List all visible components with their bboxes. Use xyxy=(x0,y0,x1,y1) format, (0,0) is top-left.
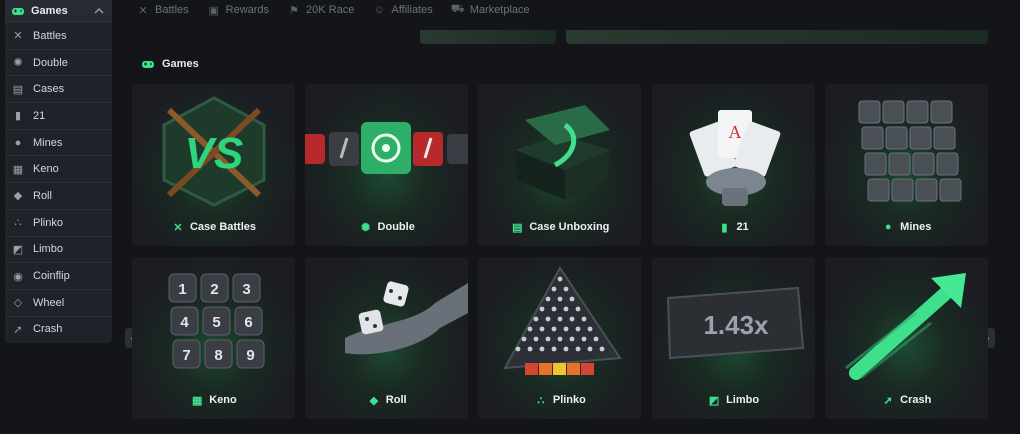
sidebar-item-plinko[interactable]: ∴ Plinko xyxy=(5,208,112,236)
nav-rewards[interactable]: ▣ Rewards xyxy=(207,3,269,17)
grid-icon: ▦ xyxy=(12,163,24,176)
sidebar-item-double[interactable]: ✺ Double xyxy=(5,48,112,76)
bomb-icon: ● xyxy=(14,136,22,149)
game-card-label: ✕ Case Battles xyxy=(132,220,295,234)
diamond-icon: ◇ xyxy=(13,297,23,310)
game-card-mines[interactable]: ● Mines xyxy=(824,84,988,246)
keno-number: 4 xyxy=(180,314,189,331)
arrow-up-right-icon: ➚ xyxy=(13,323,23,336)
game-card-label: ✺ Double xyxy=(305,220,468,234)
keno-art: 1 2 3 4 5 6 7 8 9 xyxy=(132,257,295,389)
grid-icon: ▦ xyxy=(192,394,203,407)
keno-number: 7 xyxy=(182,347,190,364)
mines-art xyxy=(825,84,988,216)
game-card-label: ▤ Case Unboxing xyxy=(512,221,610,234)
game-card-label: ◩ Limbo xyxy=(708,394,760,407)
nav-affiliates[interactable]: ☺ Affiliates xyxy=(372,3,433,17)
games-section-title: Games xyxy=(141,57,199,71)
sidebar-item-keno[interactable]: ▦ Keno xyxy=(5,155,112,182)
box-icon: ▤ xyxy=(12,83,24,96)
limbo-icon: ◩ xyxy=(12,243,24,256)
keno-number: 2 xyxy=(210,281,218,298)
crossed-swords-icon: ✕ xyxy=(138,4,148,17)
game-card-case-unboxing[interactable]: ▤ Case Unboxing xyxy=(478,84,642,246)
blackjack-art: A xyxy=(652,84,815,216)
game-card-21[interactable]: A ▮ 21 xyxy=(651,84,815,246)
keno-number: 9 xyxy=(246,347,254,364)
flag-icon: ⚑ xyxy=(289,4,299,17)
sidebar-item-battles[interactable]: ✕ Battles xyxy=(5,22,112,49)
game-card-label: ▮ 21 xyxy=(652,220,815,234)
game-card-label: ∴ Plinko xyxy=(478,393,641,407)
gamepad-icon xyxy=(11,4,25,18)
keno-number: 1 xyxy=(178,281,186,298)
sidebar-item-limbo[interactable]: ◩ Limbo xyxy=(5,235,112,263)
nav-battles[interactable]: ✕ Battles xyxy=(136,3,188,17)
case-unboxing-art xyxy=(478,84,641,216)
dice-cube-icon: ◆ xyxy=(369,394,379,407)
limbo-art: 1.43x xyxy=(652,257,815,389)
sidebar-item-crash[interactable]: ➚ Crash xyxy=(5,315,112,343)
games-dropdown-header[interactable]: Games xyxy=(5,0,112,22)
dice-cube-icon: ◆ xyxy=(13,190,23,203)
game-card-crash[interactable]: ➚ Crash xyxy=(824,257,988,419)
sidebar-item-mines[interactable]: ● Mines xyxy=(5,128,112,156)
dots-triangle-icon: ∴ xyxy=(14,217,22,230)
game-card-case-battles[interactable]: VS ✕ Case Battles xyxy=(132,84,295,246)
game-card-plinko[interactable]: ∴ Plinko xyxy=(478,257,642,419)
cards-icon: ▮ xyxy=(721,221,728,234)
game-card-double[interactable]: ✺ Double xyxy=(305,84,469,246)
game-card-label: ➚ Crash xyxy=(825,393,988,407)
sidebar-item-coinflip[interactable]: ◉ Coinflip xyxy=(5,262,112,289)
limbo-icon: ◩ xyxy=(708,394,720,407)
dice-icon: ✺ xyxy=(360,221,371,234)
game-card-label: ▦ Keno xyxy=(192,394,237,407)
game-card-label: ● Mines xyxy=(825,220,988,234)
bomb-icon: ● xyxy=(884,221,892,233)
sidebar-item-wheel[interactable]: ◇ Wheel xyxy=(5,288,112,316)
dice-icon: ✺ xyxy=(13,57,23,70)
keno-number: 6 xyxy=(244,314,252,331)
game-card-roll[interactable]: ◆ Roll xyxy=(305,257,469,419)
games-dropdown-label: Games xyxy=(31,5,68,17)
cards-icon: ▮ xyxy=(14,110,22,123)
games-grid: VS ✕ Case Battles ✺ Double ▤ Case Unboxi… xyxy=(132,84,988,419)
banner-image-left[interactable] xyxy=(420,30,556,44)
box-icon: ▤ xyxy=(512,221,523,234)
crossed-swords-icon: ✕ xyxy=(173,221,183,234)
arrow-up-right-icon: ➚ xyxy=(883,394,893,407)
sidebar-item-21[interactable]: ▮ 21 xyxy=(5,102,112,129)
crossed-swords-icon: ✕ xyxy=(13,30,23,43)
sidebar-item-roll[interactable]: ◆ Roll xyxy=(5,182,112,209)
game-card-keno[interactable]: 1 2 3 4 5 6 7 8 9 ▦ Keno xyxy=(132,257,295,419)
game-card-label: ◆ Roll xyxy=(305,393,468,407)
keno-number: 8 xyxy=(214,347,222,364)
keno-number: 3 xyxy=(242,281,250,298)
gamepad-icon xyxy=(141,57,155,71)
svg-text:VS: VS xyxy=(184,129,243,178)
game-card-limbo[interactable]: 1.43x ◩ Limbo xyxy=(651,257,815,419)
keno-number: 5 xyxy=(212,314,220,331)
top-navigation: ✕ Battles ▣ Rewards ⚑ 20K Race ☺ Affiliates … xyxy=(136,0,530,20)
dots-triangle-icon: ∴ xyxy=(537,394,545,407)
nav-marketplace[interactable]: ⛟ Marketplace xyxy=(451,3,530,17)
plinko-art xyxy=(478,257,641,389)
games-dropdown: Games ✕ Battles ✺ Double ▤ Cases ▮ 21 ● Mines… xyxy=(5,0,112,343)
svg-text:1.43x: 1.43x xyxy=(704,310,770,340)
svg-text:A: A xyxy=(729,122,742,142)
roll-art xyxy=(305,257,469,389)
chevron-up-icon[interactable] xyxy=(92,4,106,18)
double-art xyxy=(305,84,469,216)
nav-race[interactable]: ⚑ 20K Race xyxy=(287,3,354,17)
cart-icon: ⛟ xyxy=(450,3,465,15)
gift-icon: ▣ xyxy=(208,4,219,17)
crash-art xyxy=(825,257,988,389)
coin-icon: ◉ xyxy=(13,270,23,283)
users-icon: ☺ xyxy=(373,4,385,16)
case-battles-art: VS xyxy=(132,84,295,216)
banner-image-right[interactable] xyxy=(566,30,988,44)
sidebar-item-cases[interactable]: ▤ Cases xyxy=(5,75,112,102)
